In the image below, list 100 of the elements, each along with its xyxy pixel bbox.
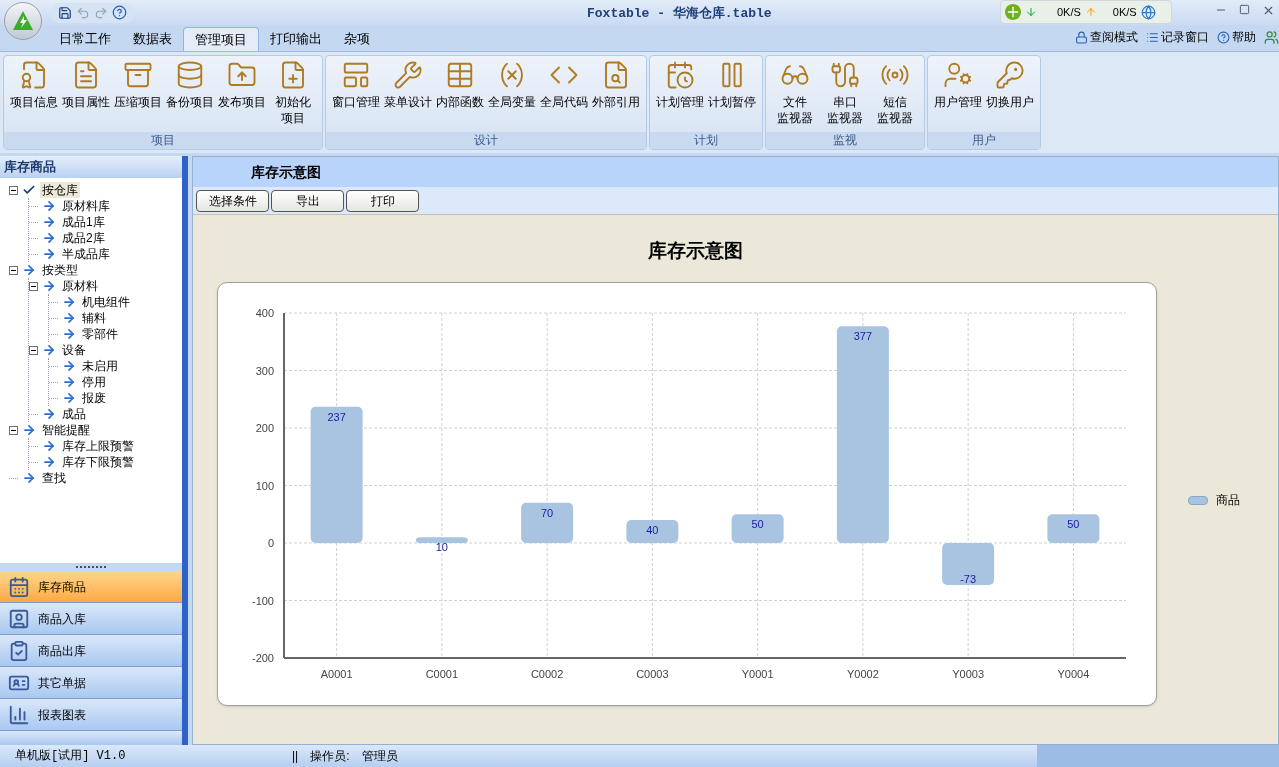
ribbon-button[interactable]: 文件 监视器 xyxy=(770,56,820,132)
bar-value-label: 40 xyxy=(646,523,659,536)
lock-icon xyxy=(1075,30,1088,44)
ribbon-group-label: 计划 xyxy=(650,132,762,149)
tree-item[interactable]: 按类型 xyxy=(40,262,80,278)
maximize-icon[interactable] xyxy=(1239,4,1250,15)
collapse-toggle[interactable] xyxy=(9,425,18,435)
ribbon-button[interactable]: 项目信息 xyxy=(8,56,60,132)
arrow-icon xyxy=(42,407,56,421)
bar-value-label: 237 xyxy=(327,410,346,423)
ribbon-button[interactable]: 全局代码 xyxy=(538,56,590,132)
table-icon xyxy=(445,60,475,90)
tree-item[interactable]: 查找 xyxy=(40,470,68,486)
collapse-toggle[interactable] xyxy=(9,185,18,195)
arrow-icon xyxy=(22,263,36,277)
app-logo[interactable] xyxy=(4,1,42,40)
y-tick-label: 100 xyxy=(255,479,274,491)
tree-item[interactable]: 未启用 xyxy=(80,358,120,374)
ribbon-button[interactable]: 用户管理 xyxy=(932,56,984,132)
browser-icon xyxy=(1140,4,1156,20)
tree-item[interactable]: 成品1库 xyxy=(60,214,107,230)
collapse-toggle[interactable] xyxy=(29,345,38,355)
ribbon-button[interactable]: 发布项目 xyxy=(216,56,268,132)
tree-item[interactable]: 零部件 xyxy=(80,326,120,342)
arrow-icon xyxy=(62,311,76,325)
tree-item[interactable]: 辅料 xyxy=(80,310,108,326)
arrow-icon xyxy=(22,471,36,485)
x-tick-label: Y0003 xyxy=(952,667,985,680)
ribbon-button[interactable]: 串口 监视器 xyxy=(820,56,870,132)
toolbar-button[interactable]: 打印 xyxy=(346,189,419,212)
nav-item[interactable]: 商品出库 xyxy=(0,635,182,667)
x-tick-label: C0001 xyxy=(425,667,459,680)
tree-item[interactable]: 原材料 xyxy=(60,278,100,294)
ribbon-button[interactable]: 计划暂停 xyxy=(706,56,758,132)
ribbon-tab[interactable]: 打印输出 xyxy=(259,27,333,51)
tree-item[interactable]: 原材料库 xyxy=(60,198,112,214)
ribbon-button[interactable]: 切换用户 xyxy=(984,56,1036,132)
operator-label: 操作员: xyxy=(310,748,350,764)
key-icon xyxy=(995,60,1025,90)
arrow-icon xyxy=(42,343,56,357)
ribbon-group-label: 项目 xyxy=(4,132,322,149)
cable-icon xyxy=(830,60,860,90)
ribbon-group-label: 用户 xyxy=(928,132,1040,149)
collapse-toggle[interactable] xyxy=(29,281,38,291)
ribbon-tab[interactable]: 管理项目 xyxy=(183,27,259,51)
close-icon[interactable] xyxy=(1262,4,1275,17)
tree-item[interactable]: 成品 xyxy=(60,406,88,422)
panel-title: 库存商品 xyxy=(0,156,182,178)
toolbar-button[interactable]: 选择条件 xyxy=(196,189,269,212)
tree-item[interactable]: 停用 xyxy=(80,374,108,390)
ribbon-button[interactable]: 备份项目 xyxy=(164,56,216,132)
collapse-toggle[interactable] xyxy=(9,265,18,275)
toolbar-button[interactable]: 导出 xyxy=(271,189,344,212)
x-tick-label: Y0004 xyxy=(1057,667,1090,680)
nav-item[interactable]: 商品入库 xyxy=(0,603,182,635)
operator-name: 管理员 xyxy=(361,748,398,764)
help-icon[interactable] xyxy=(112,5,127,20)
ribbon-button[interactable]: 初始化 项目 xyxy=(268,56,318,132)
ribbon-button[interactable]: 压缩项目 xyxy=(112,56,164,132)
tree-item[interactable]: 成品2库 xyxy=(60,230,107,246)
ribbon-button[interactable]: 外部引用 xyxy=(590,56,642,132)
save-icon[interactable] xyxy=(58,5,72,20)
clipboard-check-icon xyxy=(8,639,30,662)
ribbon-button[interactable]: 内部函数 xyxy=(434,56,486,132)
ribbon-button[interactable]: 菜单设计 xyxy=(382,56,434,132)
ribbon-button[interactable]: 全局变量 xyxy=(486,56,538,132)
tree-item[interactable]: 半成品库 xyxy=(60,246,112,262)
nav-item[interactable]: 报表图表 xyxy=(0,699,182,731)
tree-item[interactable]: 按仓库 xyxy=(40,182,80,198)
arrow-icon xyxy=(22,423,36,437)
window-title: Foxtable - 华海仓库.table xyxy=(587,5,772,23)
ribbon-tab[interactable]: 数据表 xyxy=(122,27,183,51)
tree-item[interactable]: 机电组件 xyxy=(80,294,132,310)
database-icon xyxy=(175,60,205,90)
tree-item[interactable]: 智能提醒 xyxy=(40,422,92,438)
y-tick-label: -200 xyxy=(251,651,274,664)
ribbon-link[interactable]: 帮助 xyxy=(1232,29,1256,45)
nav-item[interactable]: 其它单据 xyxy=(0,667,182,699)
ribbon-tab[interactable]: 日常工作 xyxy=(48,27,122,51)
tree-item[interactable]: 库存下限预警 xyxy=(60,454,136,470)
tree-item[interactable]: 库存上限预警 xyxy=(60,438,136,454)
x-tick-label: C0002 xyxy=(530,667,564,680)
bar-value-label: 50 xyxy=(1067,517,1080,530)
x-tick-label: C0003 xyxy=(636,667,669,680)
ribbon-link[interactable]: 查阅模式 xyxy=(1090,29,1138,45)
bar-value-label: -73 xyxy=(960,572,977,585)
ribbon-link[interactable]: 记录窗口 xyxy=(1161,29,1209,45)
calendar-icon xyxy=(8,575,30,598)
ribbon-group-label: 设计 xyxy=(326,132,646,149)
tree-item[interactable]: 设备 xyxy=(60,342,88,358)
ribbon-button[interactable]: 短信 监视器 xyxy=(870,56,920,132)
nav-item[interactable]: 库存商品 xyxy=(0,571,182,603)
splitter-grip[interactable] xyxy=(0,563,182,571)
ribbon-button[interactable]: 项目属性 xyxy=(60,56,112,132)
arrow-icon xyxy=(42,439,56,453)
ribbon-button[interactable]: 计划管理 xyxy=(654,56,706,132)
tree-item[interactable]: 报废 xyxy=(80,390,108,406)
ribbon-button[interactable]: 窗口管理 xyxy=(330,56,382,132)
ribbon-tab[interactable]: 杂项 xyxy=(333,27,381,51)
version-text: 单机版[试用] V1.0 xyxy=(15,748,127,764)
